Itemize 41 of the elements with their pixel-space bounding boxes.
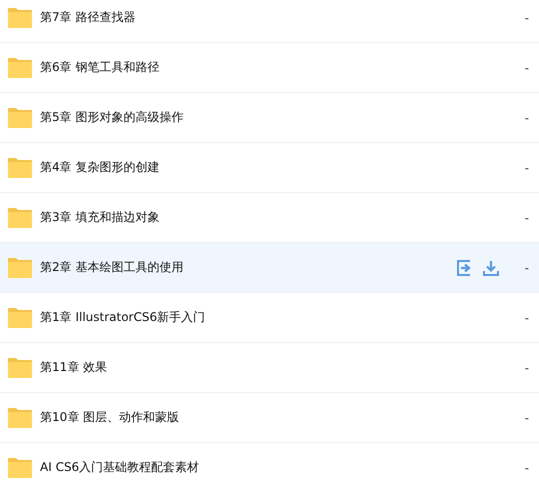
file-size: - [524, 110, 529, 124]
file-name: 第1章 IllustratorCS6新手入门 [40, 309, 206, 326]
folder-icon [8, 208, 32, 228]
file-size: - [524, 10, 529, 24]
folder-icon [8, 158, 32, 178]
file-row[interactable]: 第7章 路径查找器 - [0, 0, 539, 43]
file-name: 第7章 路径查找器 [40, 9, 136, 26]
file-size: - [524, 460, 529, 474]
file-size: - [524, 410, 529, 424]
folder-icon [8, 358, 32, 378]
file-row[interactable]: 第6章 钢笔工具和路径 - [0, 43, 539, 93]
folder-icon [8, 308, 32, 328]
file-name: 第5章 图形对象的高级操作 [40, 109, 184, 126]
file-row[interactable]: AI CS6入门基础教程配套素材 - [0, 443, 539, 482]
share-icon[interactable] [456, 260, 473, 276]
file-size: - [524, 60, 529, 74]
file-row[interactable]: 第11章 效果 - [0, 343, 539, 393]
file-size: - [524, 260, 529, 274]
file-row[interactable]: 第5章 图形对象的高级操作 - [0, 93, 539, 143]
folder-icon [8, 108, 32, 128]
folder-icon [8, 8, 32, 28]
file-row[interactable]: 第4章 复杂图形的创建 - [0, 143, 539, 193]
file-name: 第4章 复杂图形的创建 [40, 159, 160, 176]
folder-icon [8, 458, 32, 478]
file-size: - [524, 360, 529, 374]
file-row[interactable]: 第1章 IllustratorCS6新手入门 - [0, 293, 539, 343]
file-size: - [524, 210, 529, 224]
file-size: - [524, 160, 529, 174]
file-name: 第3章 填充和描边对象 [40, 209, 160, 226]
download-icon[interactable] [482, 260, 499, 276]
file-name: 第10章 图层、动作和蒙版 [40, 409, 180, 426]
file-row[interactable]: 第10章 图层、动作和蒙版 - [0, 393, 539, 443]
folder-icon [8, 258, 32, 278]
folder-icon [8, 58, 32, 78]
file-name: 第6章 钢笔工具和路径 [40, 59, 160, 76]
file-size: - [524, 310, 529, 324]
file-name: 第2章 基本绘图工具的使用 [40, 259, 184, 276]
file-name: 第11章 效果 [40, 359, 108, 376]
file-name: AI CS6入门基础教程配套素材 [40, 459, 200, 476]
file-row[interactable]: 第2章 基本绘图工具的使用 - [0, 243, 539, 293]
folder-icon [8, 408, 32, 428]
